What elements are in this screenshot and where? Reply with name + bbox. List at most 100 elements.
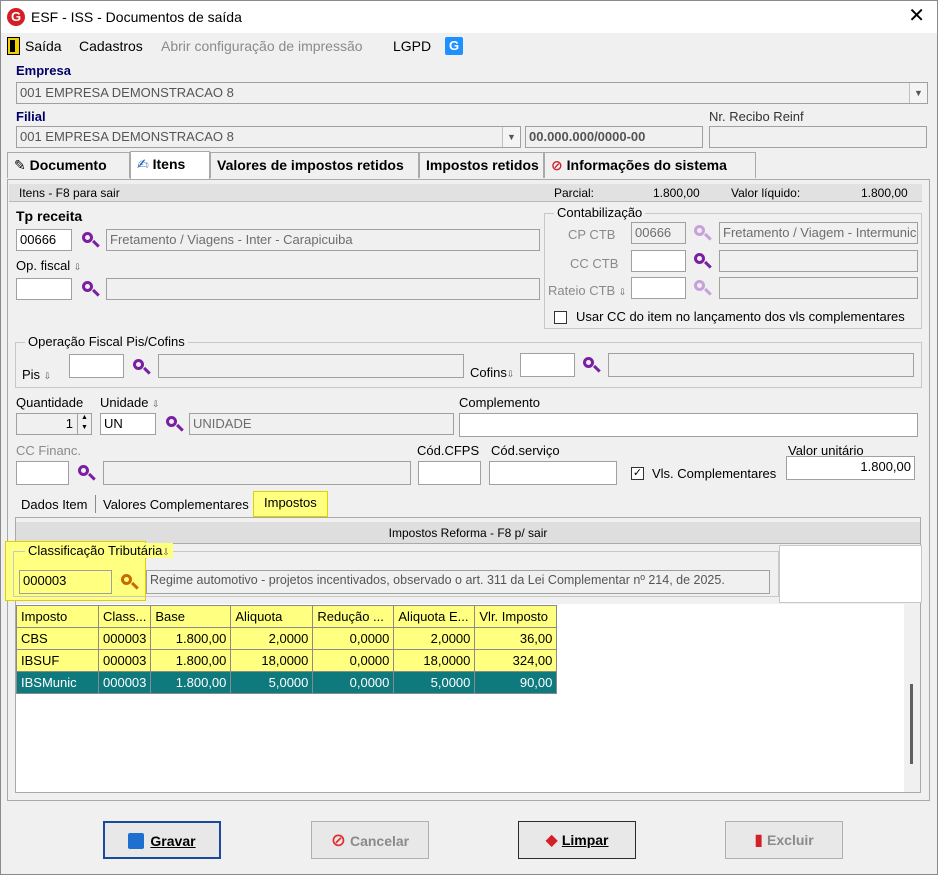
tp-receita-desc: Fretamento / Viagens - Inter - Carapicui… [106, 229, 540, 251]
cell-reducao: 0,0000 [312, 649, 395, 672]
cp-ctb-code: 00666 [631, 222, 686, 244]
tab-impostos-retidos[interactable]: Impostos retidos [419, 152, 544, 178]
empresa-select[interactable]: 001 EMPRESA DEMONSTRACAO 8 [16, 82, 928, 104]
col-vlr-imposto[interactable]: Vlr. Imposto [474, 605, 558, 628]
valor-unitario-input[interactable]: 1.800,00 [786, 456, 915, 480]
cofins-search-icon[interactable] [582, 356, 601, 374]
pis-cofins-title: Operação Fiscal Pis/Cofins [25, 334, 188, 349]
arrow-down-icon: ⇩ [162, 547, 170, 557]
cc-financ-search-icon[interactable] [77, 464, 96, 482]
arrow-down-icon: ⇩ [73, 262, 82, 272]
filial-cnpj-text: 00.000.000/0000-00 [529, 129, 646, 144]
col-imposto[interactable]: Imposto [16, 605, 99, 628]
edit-list-icon: ✍ [137, 156, 149, 172]
exit-door-icon[interactable] [7, 37, 20, 55]
table-row-selected[interactable]: IBSMunic 000003 1.800,00 5,0000 0,0000 5… [16, 671, 558, 694]
tp-receita-search-icon[interactable] [81, 231, 100, 249]
quantidade-spinner-icon[interactable]: ▲ ▼ [77, 413, 91, 435]
tab-valores-impostos-retidos[interactable]: Valores de impostos retidos [210, 152, 419, 178]
tab-informacoes-sistema[interactable]: ⊘ Informações do sistema [544, 152, 756, 178]
col-aliquota[interactable]: Aliquota [230, 605, 314, 628]
cell-reducao: 0,0000 [312, 627, 395, 650]
subtab-dados-item[interactable]: Dados Item [21, 497, 87, 512]
cp-ctb-search-icon [693, 224, 712, 242]
classificacao-search-icon[interactable] [120, 573, 139, 591]
scrollbar-thumb[interactable] [910, 684, 913, 764]
arrow-down-icon: ⇩ [152, 399, 160, 409]
filial-dropdown-icon[interactable]: ▼ [502, 127, 520, 147]
col-aliquota-efetiva[interactable]: Aliquota E... [393, 605, 476, 628]
rateio-ctb-input[interactable] [631, 277, 686, 299]
parcial-value: 1.800,00 [653, 186, 700, 200]
filial-label: Filial [16, 109, 46, 124]
tab-impostos-retidos-label: Impostos retidos [426, 157, 539, 173]
recibo-label: Nr. Recibo Reinf [709, 109, 804, 124]
cell-vlr-imposto: 90,00 [474, 671, 558, 694]
title-bar: G ESF - ISS - Documentos de saída ✕ [1, 1, 937, 33]
grid-header-row: Imposto Class... Base Aliquota Redução .… [16, 605, 558, 628]
op-fiscal-desc [106, 278, 540, 300]
cc-financ-input[interactable] [16, 461, 69, 485]
cell-vlr-imposto: 324,00 [474, 649, 558, 672]
tab-itens[interactable]: ✍ Itens [130, 151, 210, 179]
itens-header: Itens - F8 para sair Parcial: 1.800,00 V… [9, 184, 922, 202]
cell-aliquota: 5,0000 [230, 671, 314, 694]
classificacao-code-input[interactable]: 000003 [19, 570, 112, 594]
cp-ctb-desc: Fretamento / Viagem - Intermunic [719, 222, 918, 244]
tab-informacoes-label: Informações do sistema [566, 157, 727, 173]
help-icon[interactable]: G [445, 37, 463, 55]
complemento-input[interactable] [459, 413, 918, 437]
usar-cc-label: Usar CC do item no lançamento dos vls co… [576, 309, 905, 324]
tab-itens-label: Itens [152, 156, 186, 172]
unidade-code-input[interactable]: UN [100, 413, 156, 435]
cp-ctb-label: CP CTB [568, 227, 616, 242]
cc-ctb-input[interactable] [631, 250, 686, 272]
pis-search-icon[interactable] [132, 358, 151, 376]
unidade-label: Unidade ⇩ [100, 395, 160, 410]
tab-documento[interactable]: ✎ Documento [7, 152, 130, 178]
grid-scrollbar[interactable] [904, 604, 920, 792]
classificacao-desc: Regime automotivo - projetos incentivado… [146, 570, 770, 594]
op-fiscal-search-icon[interactable] [81, 280, 100, 298]
cofins-desc [608, 353, 914, 377]
menu-saida[interactable]: Saída [25, 38, 62, 54]
menu-lgpd[interactable]: LGPD [393, 38, 431, 54]
op-fiscal-code-input[interactable] [16, 278, 72, 300]
empresa-label: Empresa [16, 63, 71, 78]
col-base[interactable]: Base [150, 605, 232, 628]
limpar-button[interactable]: ◆ Limpar [518, 821, 636, 859]
servico-input[interactable] [489, 461, 617, 485]
gravar-button[interactable]: Gravar [103, 821, 221, 859]
cell-class: 000003 [97, 649, 152, 672]
col-class[interactable]: Class... [97, 605, 152, 628]
unidade-search-icon[interactable] [165, 415, 184, 433]
cell-base: 1.800,00 [150, 671, 232, 694]
subtab-valores-complementares[interactable]: Valores Complementares [103, 497, 249, 512]
cancelar-button: ⊘ Cancelar [311, 821, 429, 859]
cell-class: 000003 [97, 627, 152, 650]
cc-ctb-desc [719, 250, 918, 272]
menu-cadastros[interactable]: Cadastros [79, 38, 143, 54]
empresa-dropdown-icon[interactable]: ▼ [909, 83, 927, 103]
table-row[interactable]: IBSUF 000003 1.800,00 18,0000 0,0000 18,… [16, 649, 558, 672]
cell-imposto: CBS [16, 627, 99, 650]
col-reducao[interactable]: Redução ... [312, 605, 395, 628]
cell-imposto: IBSMunic [16, 671, 99, 694]
eraser-icon: ◆ [545, 832, 558, 849]
cofins-input[interactable] [520, 353, 575, 377]
subtab-impostos[interactable]: Impostos [253, 491, 328, 517]
close-icon[interactable]: ✕ [908, 5, 925, 27]
table-row[interactable]: CBS 000003 1.800,00 2,0000 0,0000 2,0000… [16, 627, 558, 650]
servico-label: Cód.serviço [491, 443, 560, 458]
cell-aliquota-efetiva: 18,0000 [393, 649, 476, 672]
op-fiscal-label: Op. fiscal ⇩ [16, 258, 82, 273]
filial-select[interactable]: 001 EMPRESA DEMONSTRACAO 8 [16, 126, 521, 148]
cfps-input[interactable] [418, 461, 481, 485]
vls-complementares-checkbox[interactable]: ✓ [631, 467, 644, 480]
usar-cc-checkbox[interactable] [554, 311, 567, 324]
pis-input[interactable] [69, 354, 124, 378]
cc-ctb-search-icon[interactable] [693, 252, 712, 270]
cell-base: 1.800,00 [150, 627, 232, 650]
tp-receita-code-input[interactable]: 00666 [16, 229, 72, 251]
save-disk-icon [128, 833, 145, 849]
